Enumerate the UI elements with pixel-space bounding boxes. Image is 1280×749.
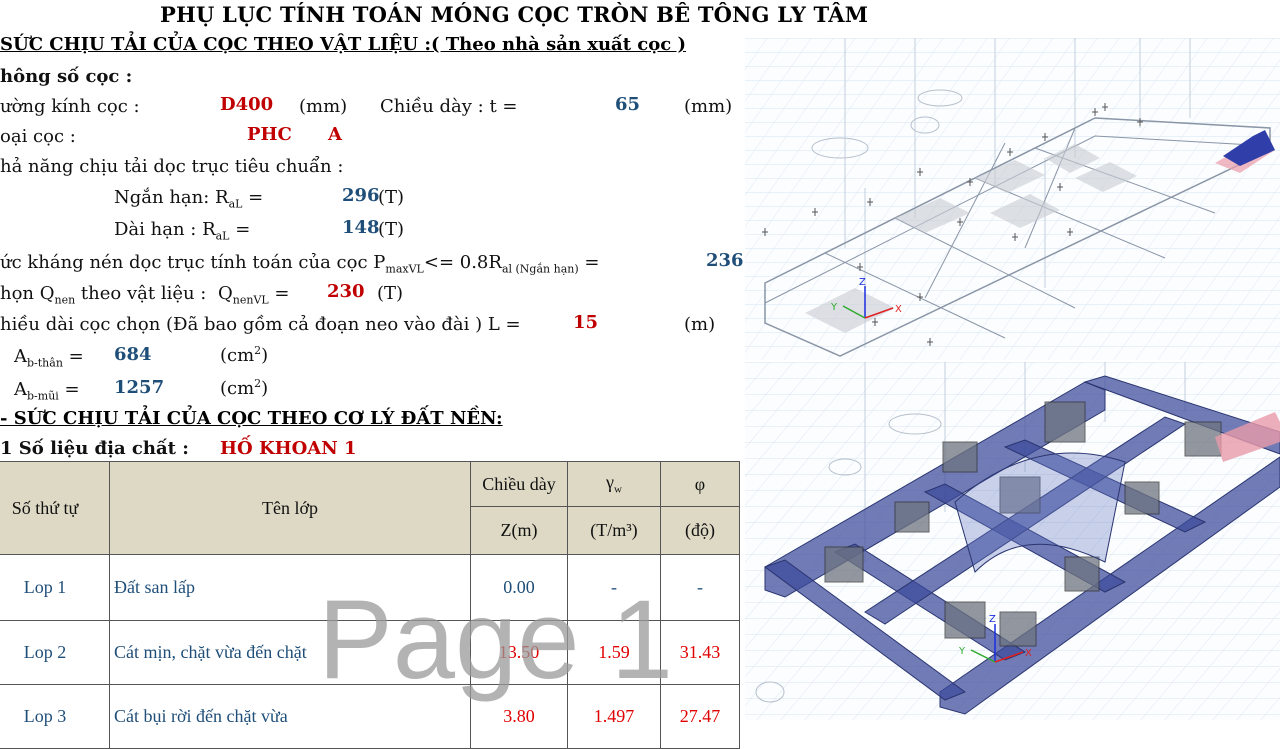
long-term-value: 148	[342, 217, 380, 238]
header-name: Tên lớp	[109, 461, 471, 555]
section2-heading: - SỨC CHỊU TẢI CỦA CỌC THEO CƠ LÝ ĐẤT NỀ…	[0, 408, 503, 429]
thickness-value: 65	[615, 94, 641, 115]
qnen-value: 230	[327, 281, 365, 302]
model-view-top[interactable]: Z Y X	[745, 38, 1280, 360]
pile-type-value: PHC	[247, 124, 292, 145]
area-tip-label: Ab-mũi =	[14, 379, 80, 403]
header-phi-unit: (độ)	[660, 506, 740, 555]
area-tip-unit: (cm2)	[220, 377, 269, 399]
thickness-label: Chiều dày : t =	[380, 96, 518, 117]
pile-type-label: oại cọc :	[0, 126, 76, 147]
header-phi: φ	[660, 461, 740, 507]
thickness-unit: (mm)	[684, 96, 733, 117]
borehole-label: HỐ KHOAN 1	[220, 438, 357, 459]
axis-x-label: X	[895, 304, 902, 315]
pile-type-grade: A	[328, 124, 342, 145]
capacity-heading: hả năng chịu tải dọc trục tiêu chuẩn :	[0, 156, 344, 177]
axis-z-label: Z	[859, 277, 866, 288]
area-tip-value: 1257	[114, 377, 165, 398]
model-wireframe-svg: Z Y X	[745, 38, 1280, 360]
header-gamma: γw	[567, 461, 661, 507]
qnen-symbol: QnenVL =	[218, 283, 290, 307]
long-term-unit: (T)	[378, 219, 405, 240]
short-term-label: Ngắn hạn: RaL =	[114, 187, 264, 211]
length-unit: (m)	[684, 314, 716, 335]
axis-y-label: Y	[830, 302, 838, 313]
axis-x-label: X	[1025, 648, 1032, 659]
section1-heading: SỨC CHỊU TẢI CỦA CỌC THEO VẬT LIỆU :( Th…	[0, 34, 686, 55]
diameter-value: D400	[220, 94, 274, 115]
area-body-value: 684	[114, 344, 152, 365]
header-gamma-unit: (T/m³)	[567, 506, 661, 555]
row-order: Lop 1	[0, 554, 110, 621]
qnen-label: họn Qnen theo vật liệu :	[0, 283, 207, 307]
row-order: Lop 2	[0, 620, 110, 685]
header-thickness: Chiều dày	[470, 461, 568, 507]
short-term-value: 296	[342, 185, 380, 206]
area-body-label: Ab-thân =	[14, 346, 84, 370]
row-order: Lop 3	[0, 684, 110, 749]
header-order: Số thứ tự	[0, 461, 110, 555]
geo-heading: 1 Số liệu địa chất :	[0, 438, 189, 459]
resistance-label: ức kháng nén dọc trục tính toán của cọc …	[0, 252, 600, 276]
length-label: hiều dài cọc chọn (Đã bao gồm cả đoạn ne…	[0, 314, 521, 335]
header-thickness-unit: Z(m)	[470, 506, 568, 555]
length-value: 15	[573, 312, 599, 333]
area-body-unit: (cm2)	[220, 344, 269, 366]
page-title: PHỤ LỤC TÍNH TOÁN MÓNG CỌC TRÒN BÊ TÔNG …	[160, 2, 869, 27]
page-watermark: Page 1	[318, 577, 673, 702]
short-term-unit: (T)	[378, 187, 405, 208]
axis-z-label: Z	[989, 614, 996, 625]
long-term-label: Dài hạn : RaL =	[114, 219, 251, 243]
axis-y-label: Y	[958, 646, 966, 657]
model-solid-svg: Z Y X	[745, 362, 1280, 720]
pile-params-heading: hông số cọc :	[0, 66, 133, 87]
diameter-unit: (mm)	[299, 96, 348, 117]
diameter-label: ường kính cọc :	[0, 96, 140, 117]
qnen-unit: (T)	[377, 283, 404, 304]
model-view-bottom[interactable]: Z Y X	[745, 362, 1280, 720]
